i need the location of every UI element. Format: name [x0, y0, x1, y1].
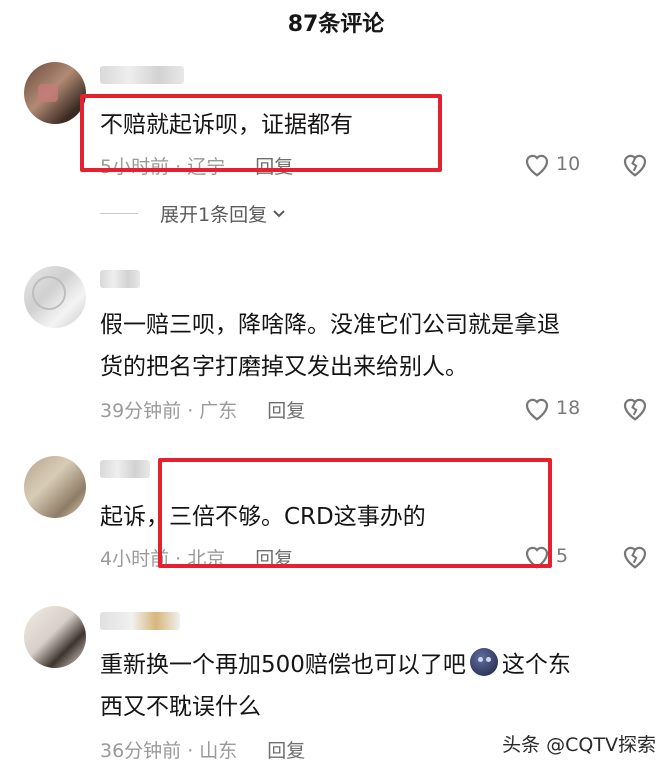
expand-replies-button[interactable]: 展开1条回复	[100, 200, 287, 227]
reply-button[interactable]: 回复	[267, 740, 305, 762]
watermark: 头条 @CQTV探索	[500, 730, 658, 757]
like-button[interactable]: 10	[522, 150, 580, 178]
username[interactable]	[100, 612, 180, 630]
comment-meta: 39分钟前 · 广东 回复	[100, 396, 305, 423]
emoji-sticker-icon	[469, 648, 498, 676]
avatar[interactable]	[24, 266, 86, 328]
comment-text-part: 这个东	[501, 652, 571, 678]
heart-broken-icon[interactable]	[620, 150, 650, 178]
username[interactable]	[100, 270, 140, 288]
comment-meta: 36分钟前 · 山东 回复	[100, 736, 305, 763]
like-button[interactable]: 18	[522, 394, 580, 422]
comment-time-location: 39分钟前 · 广东	[100, 400, 238, 422]
like-count: 10	[556, 153, 581, 175]
heart-broken-icon[interactable]	[620, 542, 650, 570]
comments-count-title: 87条评论	[287, 12, 385, 37]
username[interactable]	[100, 66, 184, 84]
divider	[100, 213, 138, 214]
like-count: 18	[556, 397, 581, 419]
username[interactable]	[100, 460, 150, 478]
heart-outline-icon	[525, 398, 549, 421]
avatar[interactable]	[24, 606, 86, 668]
avatar[interactable]	[24, 456, 86, 518]
like-count: 5	[556, 545, 569, 567]
reply-button[interactable]: 回复	[267, 400, 305, 422]
comment-text: 货的把名字打磨掉又发出来给别人。	[100, 354, 468, 380]
highlight-box	[158, 458, 552, 568]
comment-time-location: 36分钟前 · 山东	[100, 740, 238, 762]
comment-text: 重新换一个再加500赔偿也可以了吧 这个东	[100, 646, 571, 684]
comment-text: 假一赔三呗，降啥降。没准它们公司就是拿退	[100, 312, 560, 338]
highlight-box	[80, 94, 442, 172]
chevron-down-icon	[273, 209, 285, 217]
heart-broken-icon[interactable]	[620, 394, 650, 422]
comment-text: 西又不耽误什么	[100, 694, 261, 720]
avatar[interactable]	[24, 62, 86, 124]
comment-text-part: 重新换一个再加500赔偿也可以了吧	[100, 652, 466, 678]
expand-replies-label: 展开1条回复	[160, 204, 268, 226]
heart-outline-icon	[525, 154, 549, 177]
